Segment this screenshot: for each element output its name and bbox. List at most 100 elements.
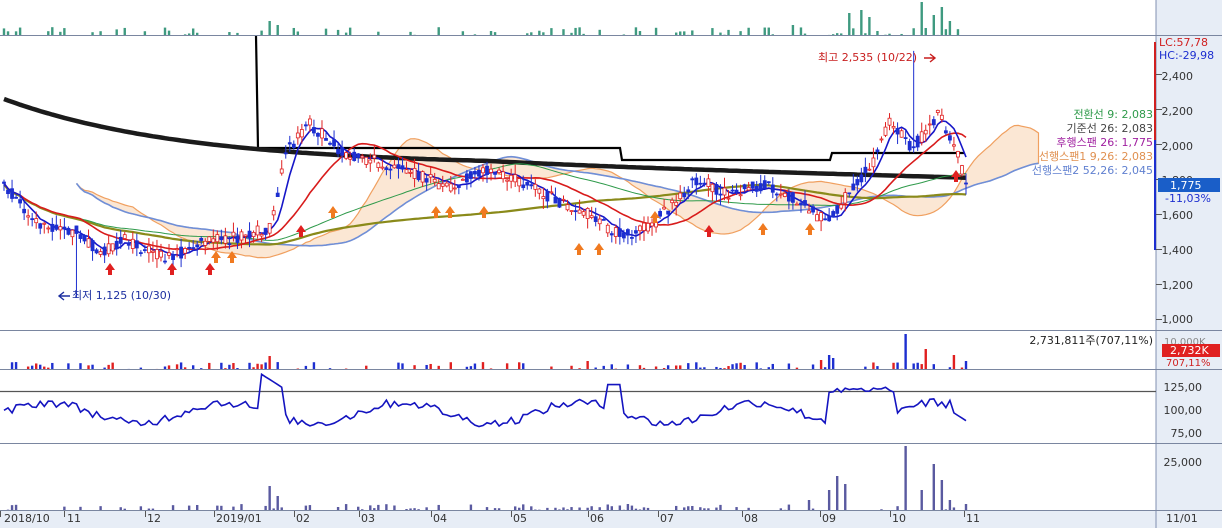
- candle-body: [151, 251, 154, 252]
- chart-canvas[interactable]: 최고 2,535 (10/22) 최저 1,125 (10/30) 전환선 9:…: [0, 0, 1222, 528]
- bottom-volume-bar: [522, 504, 524, 510]
- price-tick: 2,400: [1162, 70, 1194, 83]
- top-volume-bar: [19, 28, 21, 35]
- candle-body: [614, 228, 617, 237]
- bottom-volume-bar: [385, 504, 387, 510]
- price-tick: 1,400: [1162, 244, 1194, 257]
- candle-body: [848, 193, 851, 194]
- bottom-volume-bar: [631, 506, 633, 510]
- bottom-volume-bar: [268, 486, 270, 510]
- candle-body: [570, 211, 573, 212]
- candle-body: [775, 194, 778, 195]
- candle-body: [268, 223, 271, 233]
- candle-body: [71, 230, 74, 237]
- bottom-volume-bar: [578, 508, 580, 510]
- price-tick: 1,000: [1162, 313, 1194, 326]
- candle-body: [739, 195, 742, 196]
- volume-bar: [703, 367, 705, 369]
- volume-bar: [35, 363, 37, 369]
- bottom-volume-bar: [562, 507, 564, 510]
- top-volume-bar: [912, 28, 914, 35]
- candle-body: [675, 202, 678, 205]
- bottom-volume-bar: [599, 507, 601, 510]
- hc-label: HC:-29,98: [1159, 49, 1214, 62]
- candle-body: [828, 216, 831, 221]
- stock-chart[interactable]: 최고 2,535 (10/22) 최저 1,125 (10/30) 전환선 9:…: [0, 0, 1222, 528]
- candle-body: [840, 205, 843, 208]
- bottom-volume-bar: [413, 508, 415, 510]
- top-volume-bar: [679, 31, 681, 35]
- bottom-volume-bar: [812, 509, 814, 510]
- candle-body: [7, 190, 10, 193]
- bottom-volume-bar: [188, 506, 190, 510]
- candle-body: [481, 168, 484, 173]
- volume-bar: [655, 366, 657, 369]
- volume-bar: [164, 366, 166, 369]
- top-volume-bar: [888, 34, 890, 35]
- candle-body: [896, 128, 899, 134]
- candle-body: [111, 244, 114, 251]
- volume-bar: [772, 364, 774, 369]
- candle-body: [707, 179, 710, 187]
- candle-body: [373, 155, 376, 158]
- volume-bar: [953, 355, 955, 369]
- top-volume-bar: [921, 2, 923, 35]
- candle-body: [888, 118, 891, 125]
- x-axis-label: 2018/10: [4, 512, 50, 525]
- candle-body: [107, 244, 110, 254]
- volume-bar: [268, 356, 270, 369]
- candle-body: [349, 157, 352, 159]
- volume-bar: [896, 363, 898, 369]
- candle-body: [244, 235, 247, 236]
- candle-body: [936, 110, 939, 112]
- volume-bar: [603, 366, 605, 369]
- top-volume-bar: [945, 29, 947, 35]
- volume-bar: [611, 364, 613, 369]
- candle-body: [59, 227, 62, 230]
- legend-lagging-span: 후행스팬 26: 1,775: [1056, 136, 1153, 149]
- candle-body: [31, 219, 34, 220]
- bottom-volume-bar: [933, 464, 935, 510]
- bottom-volume-bar: [904, 446, 906, 510]
- x-axis-right-label: 11/01: [1166, 512, 1198, 525]
- top-volume-bar: [349, 28, 351, 35]
- candle-body: [590, 216, 593, 218]
- volume-bar: [47, 368, 49, 369]
- bottom-volume-bar: [635, 509, 637, 510]
- candle-body: [763, 181, 766, 189]
- candle-body: [256, 226, 259, 235]
- top-volume-bar: [325, 29, 327, 35]
- bottom-volume-bar: [393, 505, 395, 510]
- legend-leading-span1: 선행스팬1 9,26: 2,083: [1039, 150, 1153, 163]
- candle-body: [164, 261, 167, 262]
- bottom-volume-bar: [494, 508, 496, 510]
- candle-body: [703, 183, 706, 184]
- bottom-volume-bar: [715, 508, 717, 510]
- candle-body: [341, 147, 344, 155]
- volume-bar: [490, 368, 492, 369]
- top-volume-bar: [599, 30, 601, 35]
- candle-body: [139, 253, 142, 254]
- volume-bar: [675, 365, 677, 369]
- candle-body: [948, 136, 951, 140]
- top-volume-bar: [655, 28, 657, 35]
- x-axis-label: 11: [966, 512, 980, 525]
- price-tick: 2,200: [1162, 105, 1194, 118]
- candle-body: [598, 219, 601, 224]
- candle-body: [522, 185, 525, 188]
- bottom-volume-bar: [949, 500, 951, 510]
- top-volume-bar: [59, 32, 61, 35]
- volume-bar: [965, 361, 967, 369]
- volume-bar: [731, 364, 733, 369]
- volume-bar: [397, 363, 399, 369]
- volume-bar: [31, 366, 33, 369]
- candle-body: [99, 252, 102, 255]
- top-volume-bar: [711, 28, 713, 35]
- volume-bar: [192, 365, 194, 369]
- candle-body: [735, 190, 738, 192]
- candle-body: [357, 154, 360, 158]
- candle-body: [638, 226, 641, 231]
- bottom-volume-bar: [941, 480, 943, 510]
- candle-body: [622, 233, 625, 238]
- top-volume-bar: [683, 31, 685, 35]
